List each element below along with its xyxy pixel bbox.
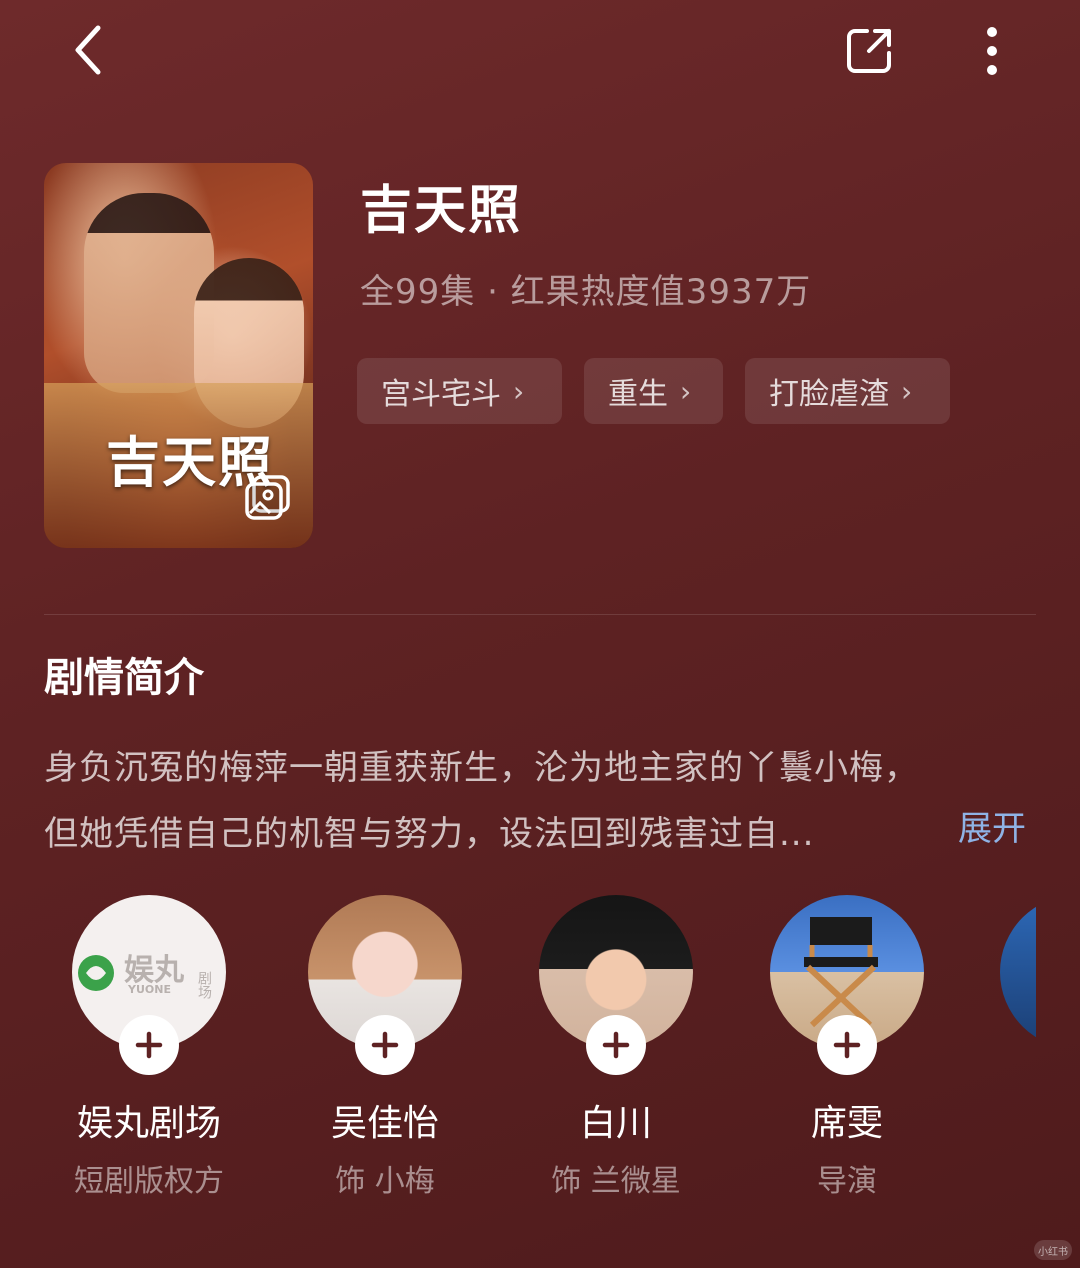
more-button[interactable] — [960, 18, 1024, 82]
watermark: 小红书 — [1034, 1240, 1072, 1260]
synopsis-line: 身负沉冤的梅萍一朝重获新生，沦为地主家的丫鬟小梅， — [44, 748, 919, 788]
share-button[interactable] — [838, 18, 902, 82]
cast-name: 娱丸剧场 — [76, 1103, 221, 1144]
cast-role: 饰 兰微星 — [551, 1164, 681, 1199]
plus-icon — [371, 1031, 399, 1059]
drama-meta: 全99集 · 红果热度值3937万 — [360, 272, 812, 312]
follow-button[interactable] — [586, 1015, 646, 1075]
chevron-left-icon — [75, 25, 101, 75]
tag-label: 宫斗宅斗 — [381, 377, 501, 412]
follow-button[interactable] — [119, 1015, 179, 1075]
plus-icon — [833, 1031, 861, 1059]
synopsis-text[interactable]: 身负沉冤的梅萍一朝重获新生，沦为地主家的丫鬟小梅， 但她凭借自己的机智与努力，设… — [44, 735, 1044, 867]
divider — [44, 614, 1036, 615]
cast-role: 短剧版权方 — [74, 1164, 224, 1199]
top-bar — [0, 0, 1080, 100]
expand-link[interactable]: 展开 — [958, 801, 1026, 850]
plus-icon — [135, 1031, 163, 1059]
cast-list: 娱丸 YUONE 剧场 娱丸剧场 短剧版权方 吴佳怡 饰 小梅 白川 饰 兰微星 — [0, 895, 1080, 1215]
tag-label: 打脸虐渣 — [769, 377, 889, 412]
cast-role: 饰 小梅 — [335, 1164, 435, 1199]
cast-role: 导演 — [817, 1164, 877, 1199]
cast-item[interactable]: 白川 饰 兰微星 — [501, 895, 731, 1200]
chevron-right-icon: › — [901, 374, 913, 408]
cast-item[interactable]: 吴佳怡 饰 小梅 — [270, 895, 500, 1200]
cast-item[interactable]: 席雯 导演 — [732, 895, 962, 1200]
chevron-right-icon: › — [680, 374, 692, 408]
synopsis-line: 但她凭借自己的机智与努力，设法回到残害过自... — [44, 814, 815, 854]
gallery-icon[interactable] — [244, 473, 292, 521]
plus-icon — [602, 1031, 630, 1059]
follow-button[interactable] — [817, 1015, 877, 1075]
synopsis-heading: 剧情简介 — [44, 655, 204, 701]
svg-text:YUONE: YUONE — [127, 983, 171, 996]
more-vertical-icon — [987, 27, 997, 75]
drama-poster[interactable]: 吉天照 — [44, 163, 313, 548]
cast-name: 吴佳怡 — [330, 1103, 439, 1144]
drama-title: 吉天照 — [360, 181, 523, 241]
follow-button[interactable] — [355, 1015, 415, 1075]
cast-name: 席雯 — [810, 1103, 883, 1144]
chevron-right-icon: › — [513, 374, 525, 408]
tag-chip[interactable]: 重生 › — [584, 358, 723, 424]
cast-name: 白川 — [579, 1103, 652, 1144]
svg-text:剧场: 剧场 — [196, 971, 212, 1000]
avatar — [1000, 895, 1036, 1049]
cast-item[interactable]: 娱丸 YUONE 剧场 娱丸剧场 短剧版权方 — [34, 895, 264, 1200]
tag-chip[interactable]: 打脸虐渣 › — [745, 358, 950, 424]
cast-item-partial[interactable] — [1000, 895, 1036, 1049]
tag-label: 重生 — [608, 377, 668, 412]
tag-chip[interactable]: 宫斗宅斗 › — [357, 358, 562, 424]
back-button[interactable] — [56, 18, 120, 82]
share-icon — [847, 29, 891, 73]
